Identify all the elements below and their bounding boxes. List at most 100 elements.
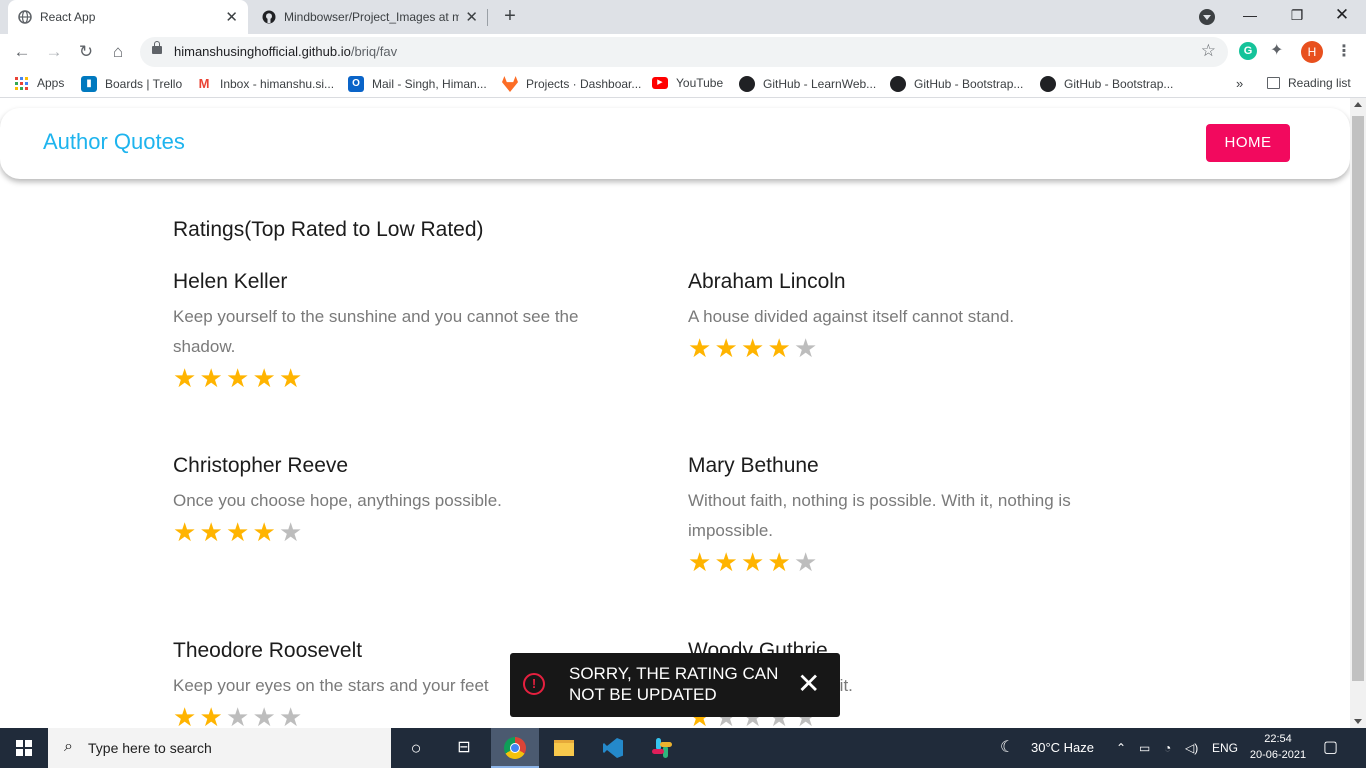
bookmark-outlook[interactable]: O Mail - Singh, Himan...: [348, 76, 487, 92]
language-indicator[interactable]: ENG: [1212, 728, 1238, 768]
cortana-icon[interactable]: ○: [392, 728, 440, 768]
app-title[interactable]: Author Quotes: [43, 129, 185, 155]
taskbar-clock[interactable]: 22:54 20-06-2021: [1248, 731, 1308, 763]
quote-text: Without faith, nothing is possible. With…: [688, 491, 1071, 540]
home-icon[interactable]: ⌂: [106, 40, 130, 64]
new-tab-icon[interactable]: +: [498, 4, 522, 28]
taskbar-file-explorer-button[interactable]: [540, 728, 588, 768]
bookmarks-bar: Apps ▮ Boards | Trello M Inbox - himansh…: [0, 70, 1366, 98]
bookmark-apps[interactable]: Apps: [15, 76, 64, 90]
star-empty-icon[interactable]: ★: [253, 703, 280, 728]
battery-icon[interactable]: ▭: [1139, 728, 1150, 768]
star-rating[interactable]: ★★★★★: [173, 364, 643, 392]
home-button[interactable]: HOME: [1206, 124, 1290, 162]
close-icon[interactable]: ✕: [797, 669, 820, 699]
tab-react-app[interactable]: React App ✕: [8, 0, 248, 34]
quote-text: Keep yourself to the sunshine and you ca…: [173, 307, 579, 356]
address-bar[interactable]: himanshusinghofficial.github.io/briq/fav…: [140, 37, 1228, 67]
star-empty-icon[interactable]: ★: [794, 548, 821, 576]
tray-overflow-icon[interactable]: ⌃: [1116, 728, 1126, 768]
star-filled-icon[interactable]: ★: [768, 334, 795, 362]
star-empty-icon[interactable]: ★: [279, 703, 306, 728]
star-empty-icon[interactable]: ★: [794, 334, 821, 362]
bookmark-gitlab[interactable]: Projects · Dashboar...: [502, 76, 641, 92]
bookmark-gmail[interactable]: M Inbox - himanshu.si...: [196, 76, 334, 92]
star-filled-icon[interactable]: ★: [173, 364, 200, 392]
notifications-icon[interactable]: ▢: [1323, 728, 1338, 768]
star-filled-icon[interactable]: ★: [253, 364, 280, 392]
scroll-thumb[interactable]: [1352, 116, 1364, 681]
star-rating[interactable]: ★★★★★: [688, 334, 1158, 362]
star-filled-icon[interactable]: ★: [200, 364, 227, 392]
scroll-down-arrow-icon[interactable]: [1354, 719, 1362, 724]
lock-icon: [152, 41, 162, 54]
reload-icon[interactable]: ↻: [74, 40, 98, 64]
star-filled-icon[interactable]: ★: [768, 548, 795, 576]
star-empty-icon[interactable]: ★: [279, 518, 306, 546]
tab-mindbowser[interactable]: Mindbowser/Project_Images at m ✕: [252, 0, 488, 34]
globe-icon: [18, 10, 32, 24]
star-rating[interactable]: ★★★★★: [173, 518, 643, 546]
reading-list-button[interactable]: Reading list: [1267, 76, 1351, 90]
minimize-icon[interactable]: —: [1228, 0, 1272, 30]
star-rating[interactable]: ★★★★★: [688, 548, 1128, 576]
star-filled-icon[interactable]: ★: [200, 703, 227, 728]
bookmark-label: GitHub - LearnWeb...: [763, 77, 877, 91]
star-filled-icon[interactable]: ★: [715, 548, 742, 576]
star-filled-icon[interactable]: ★: [279, 364, 306, 392]
star-filled-icon[interactable]: ★: [200, 518, 227, 546]
back-icon[interactable]: ←: [10, 40, 34, 64]
star-filled-icon[interactable]: ★: [173, 703, 200, 728]
forward-icon[interactable]: →: [42, 40, 66, 64]
taskbar-vscode-button[interactable]: [589, 728, 637, 768]
taskbar-slack-button[interactable]: [638, 728, 686, 768]
task-view-icon[interactable]: ⊟: [440, 728, 488, 768]
bookmark-github-learnweb[interactable]: GitHub - LearnWeb...: [739, 76, 876, 92]
chrome-menu-icon[interactable]: ⋮: [1336, 41, 1352, 61]
tab-title: Mindbowser/Project_Images at m: [284, 10, 460, 24]
tab-close-icon[interactable]: ✕: [465, 8, 478, 26]
bookmark-label: Boards | Trello: [105, 77, 183, 91]
window-close-icon[interactable]: ✕: [1320, 0, 1364, 30]
star-filled-icon[interactable]: ★: [688, 548, 715, 576]
page-viewport: Author Quotes HOME Ratings(Top Rated to …: [0, 98, 1350, 728]
taskbar-search[interactable]: ⌕ Type here to search: [48, 728, 391, 768]
quote-text: Once you choose hope, anythings possible…: [173, 491, 502, 510]
star-filled-icon[interactable]: ★: [226, 518, 253, 546]
tab-search-icon[interactable]: [1199, 9, 1215, 25]
outlook-icon: O: [348, 76, 364, 92]
restore-icon[interactable]: ❐: [1275, 0, 1319, 30]
windows-start-icon[interactable]: [16, 740, 32, 756]
tab-close-icon[interactable]: ✕: [225, 8, 238, 26]
star-filled-icon[interactable]: ★: [715, 334, 742, 362]
star-filled-icon[interactable]: ★: [688, 334, 715, 362]
weather-text[interactable]: 30°C Haze: [1031, 728, 1094, 768]
bookmarks-overflow-button[interactable]: »: [1236, 76, 1243, 91]
reading-list-label: Reading list: [1288, 76, 1351, 90]
page-scrollbar[interactable]: [1350, 98, 1366, 728]
star-filled-icon[interactable]: ★: [741, 334, 768, 362]
grammarly-extension-icon[interactable]: G: [1239, 42, 1257, 60]
star-empty-icon[interactable]: ★: [226, 703, 253, 728]
bookmark-star-icon[interactable]: ☆: [1201, 41, 1216, 61]
volume-icon[interactable]: ◁): [1185, 728, 1198, 768]
weather-icon[interactable]: ☾: [1000, 728, 1014, 768]
snackbar-message: SORRY, THE RATING CAN NOT BE UPDATED: [569, 664, 779, 704]
bookmark-youtube[interactable]: ▶ YouTube: [652, 76, 723, 90]
apps-grid-icon: [15, 76, 28, 90]
app-header: Author Quotes HOME: [0, 108, 1350, 179]
bookmark-github-bootstrap-1[interactable]: GitHub - Bootstrap...: [890, 76, 1023, 92]
chrome-icon: [504, 737, 526, 759]
bookmark-trello[interactable]: ▮ Boards | Trello: [81, 76, 182, 92]
star-filled-icon[interactable]: ★: [253, 518, 280, 546]
star-filled-icon[interactable]: ★: [226, 364, 253, 392]
star-filled-icon[interactable]: ★: [173, 518, 200, 546]
taskbar-chrome-button[interactable]: [491, 728, 539, 768]
bookmark-github-bootstrap-2[interactable]: GitHub - Bootstrap...: [1040, 76, 1173, 92]
extensions-puzzle-icon[interactable]: ✦: [1270, 40, 1283, 60]
taskbar-search-placeholder: Type here to search: [88, 740, 212, 756]
star-filled-icon[interactable]: ★: [741, 548, 768, 576]
scroll-up-arrow-icon[interactable]: [1354, 102, 1362, 107]
wifi-icon[interactable]: ◔: [1164, 728, 1171, 768]
profile-avatar[interactable]: H: [1301, 41, 1323, 63]
